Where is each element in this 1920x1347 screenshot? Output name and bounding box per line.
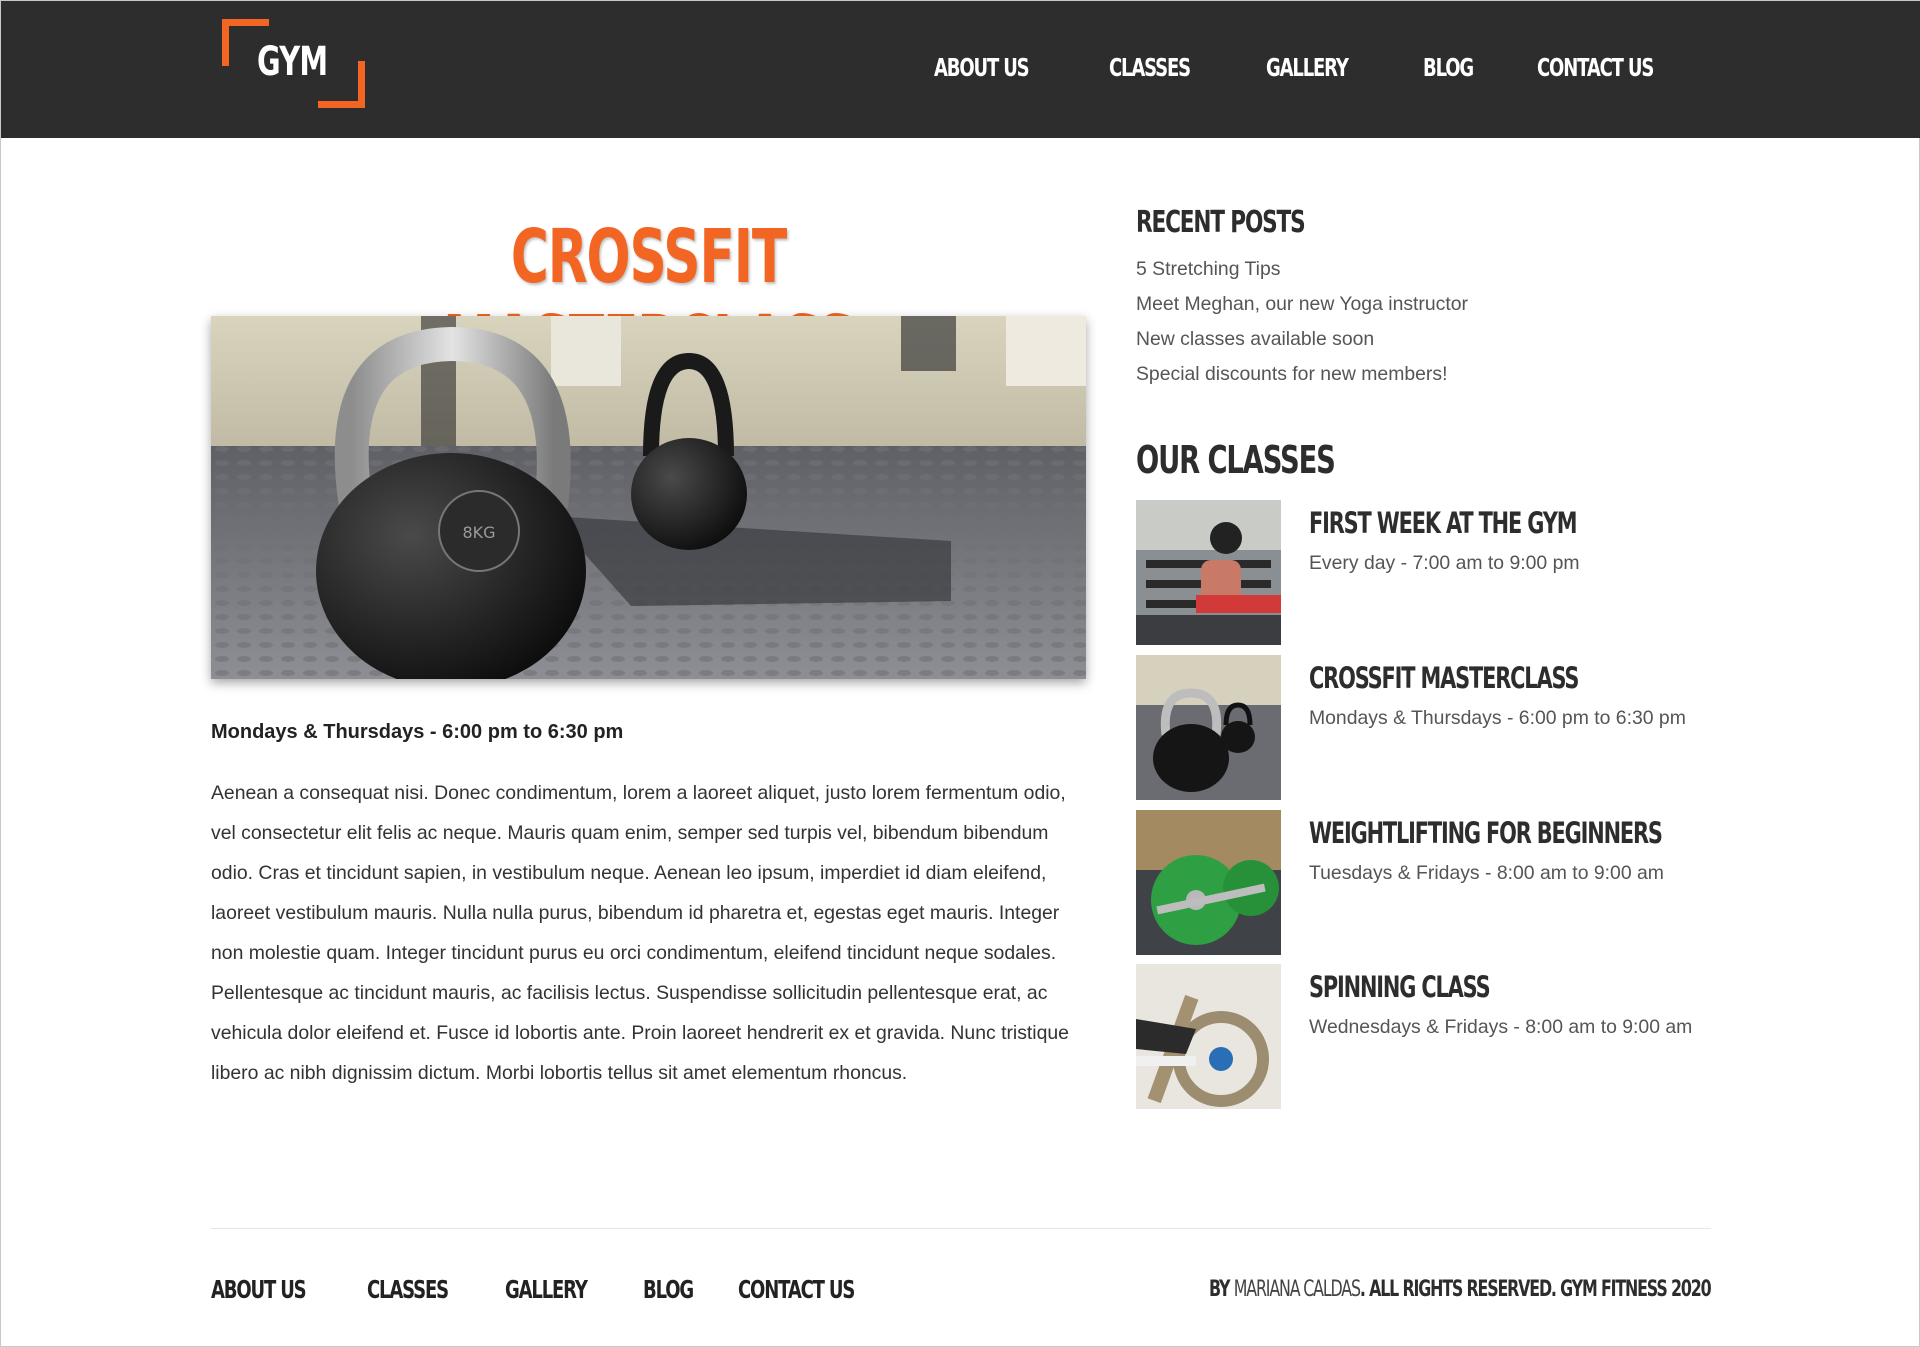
class-card-crossfit[interactable]: CROSSFIT MASTERCLASS Mondays & Thursdays… <box>1136 655 1711 800</box>
gym-logo[interactable]: GYM <box>222 19 365 108</box>
footer-nav: ABOUT US CLASSES GALLERY BLOG CONTACT US <box>211 1275 924 1305</box>
class-name[interactable]: SPINNING CLASS <box>1309 970 1560 1005</box>
class-thumbnail-barbell[interactable] <box>1136 810 1281 955</box>
logo-text: GYM <box>257 39 328 85</box>
site-header: GYM ABOUT US CLASSES GALLERY BLOG CONTAC… <box>1 1 1920 138</box>
hero-kettlebell-image: 8KG <box>211 316 1086 679</box>
class-time: Wednesdays & Fridays - 8:00 am to 9:00 a… <box>1309 1016 1693 1038</box>
copyright-suffix: . ALL RIGHTS RESERVED. GYM FITNESS 2020 <box>1359 1277 1711 1302</box>
recent-post-link[interactable]: New classes available soon <box>1136 322 1468 357</box>
recent-posts-heading: RECENT POSTS <box>1136 205 1306 240</box>
our-classes-heading: OUR CLASSES <box>1136 438 1336 482</box>
class-name[interactable]: FIRST WEEK AT THE GYM <box>1309 506 1680 541</box>
class-card-spinning[interactable]: SPINNING CLASS Wednesdays & Fridays - 8:… <box>1136 964 1711 1109</box>
class-thumbnail-spinning-bike[interactable] <box>1136 964 1281 1109</box>
recent-post-link[interactable]: Special discounts for new members! <box>1136 357 1468 392</box>
class-name[interactable]: WEIGHTLIFTING FOR BEGINNERS <box>1309 816 1799 851</box>
nav-contact-us[interactable]: CONTACT US <box>1537 53 1698 83</box>
class-time: Every day - 7:00 am to 9:00 pm <box>1309 552 1580 574</box>
recent-post-link[interactable]: Meet Meghan, our new Yoga instructor <box>1136 287 1468 322</box>
author-link[interactable]: MARIANA CALDAS <box>1233 1277 1360 1302</box>
class-name[interactable]: CROSSFIT MASTERCLASS <box>1309 661 1683 696</box>
svg-text:8KG: 8KG <box>462 523 495 542</box>
footer-nav-about-us[interactable]: ABOUT US <box>211 1275 342 1305</box>
class-time: Tuesdays & Fridays - 8:00 am to 9:00 am <box>1309 862 1664 884</box>
footer-nav-contact-us[interactable]: CONTACT US <box>738 1275 899 1305</box>
class-card-first-week[interactable]: FIRST WEEK AT THE GYM Every day - 7:00 a… <box>1136 500 1711 645</box>
recent-post-link[interactable]: 5 Stretching Tips <box>1136 252 1468 287</box>
class-time: Mondays & Thursdays - 6:00 pm to 6:30 pm <box>1309 707 1686 729</box>
recent-posts-list: 5 Stretching Tips Meet Meghan, our new Y… <box>1136 252 1468 392</box>
class-description: Aenean a consequat nisi. Donec condiment… <box>211 782 1069 1084</box>
nav-blog[interactable]: BLOG <box>1423 53 1492 83</box>
nav-about-us[interactable]: ABOUT US <box>934 53 1065 83</box>
class-thumbnail-dumbbell[interactable] <box>1136 500 1281 645</box>
nav-classes[interactable]: CLASSES <box>1109 53 1221 83</box>
copyright-prefix: BY <box>1208 1277 1234 1302</box>
copyright-notice: BY MARIANA CALDAS. ALL RIGHTS RESERVED. … <box>1014 1276 1712 1302</box>
footer-nav-blog[interactable]: BLOG <box>643 1275 712 1305</box>
main-nav: ABOUT US CLASSES GALLERY BLOG CONTACT US <box>890 53 1698 83</box>
class-card-weightlifting[interactable]: WEIGHTLIFTING FOR BEGINNERS Tuesdays & F… <box>1136 810 1711 955</box>
footer-nav-gallery[interactable]: GALLERY <box>505 1275 619 1305</box>
nav-gallery[interactable]: GALLERY <box>1266 53 1380 83</box>
footer-nav-classes[interactable]: CLASSES <box>367 1275 479 1305</box>
class-schedule: Mondays & Thursdays - 6:00 pm to 6:30 pm <box>211 721 624 743</box>
class-thumbnail-kettlebell[interactable] <box>1136 655 1281 800</box>
footer-divider <box>211 1228 1711 1229</box>
